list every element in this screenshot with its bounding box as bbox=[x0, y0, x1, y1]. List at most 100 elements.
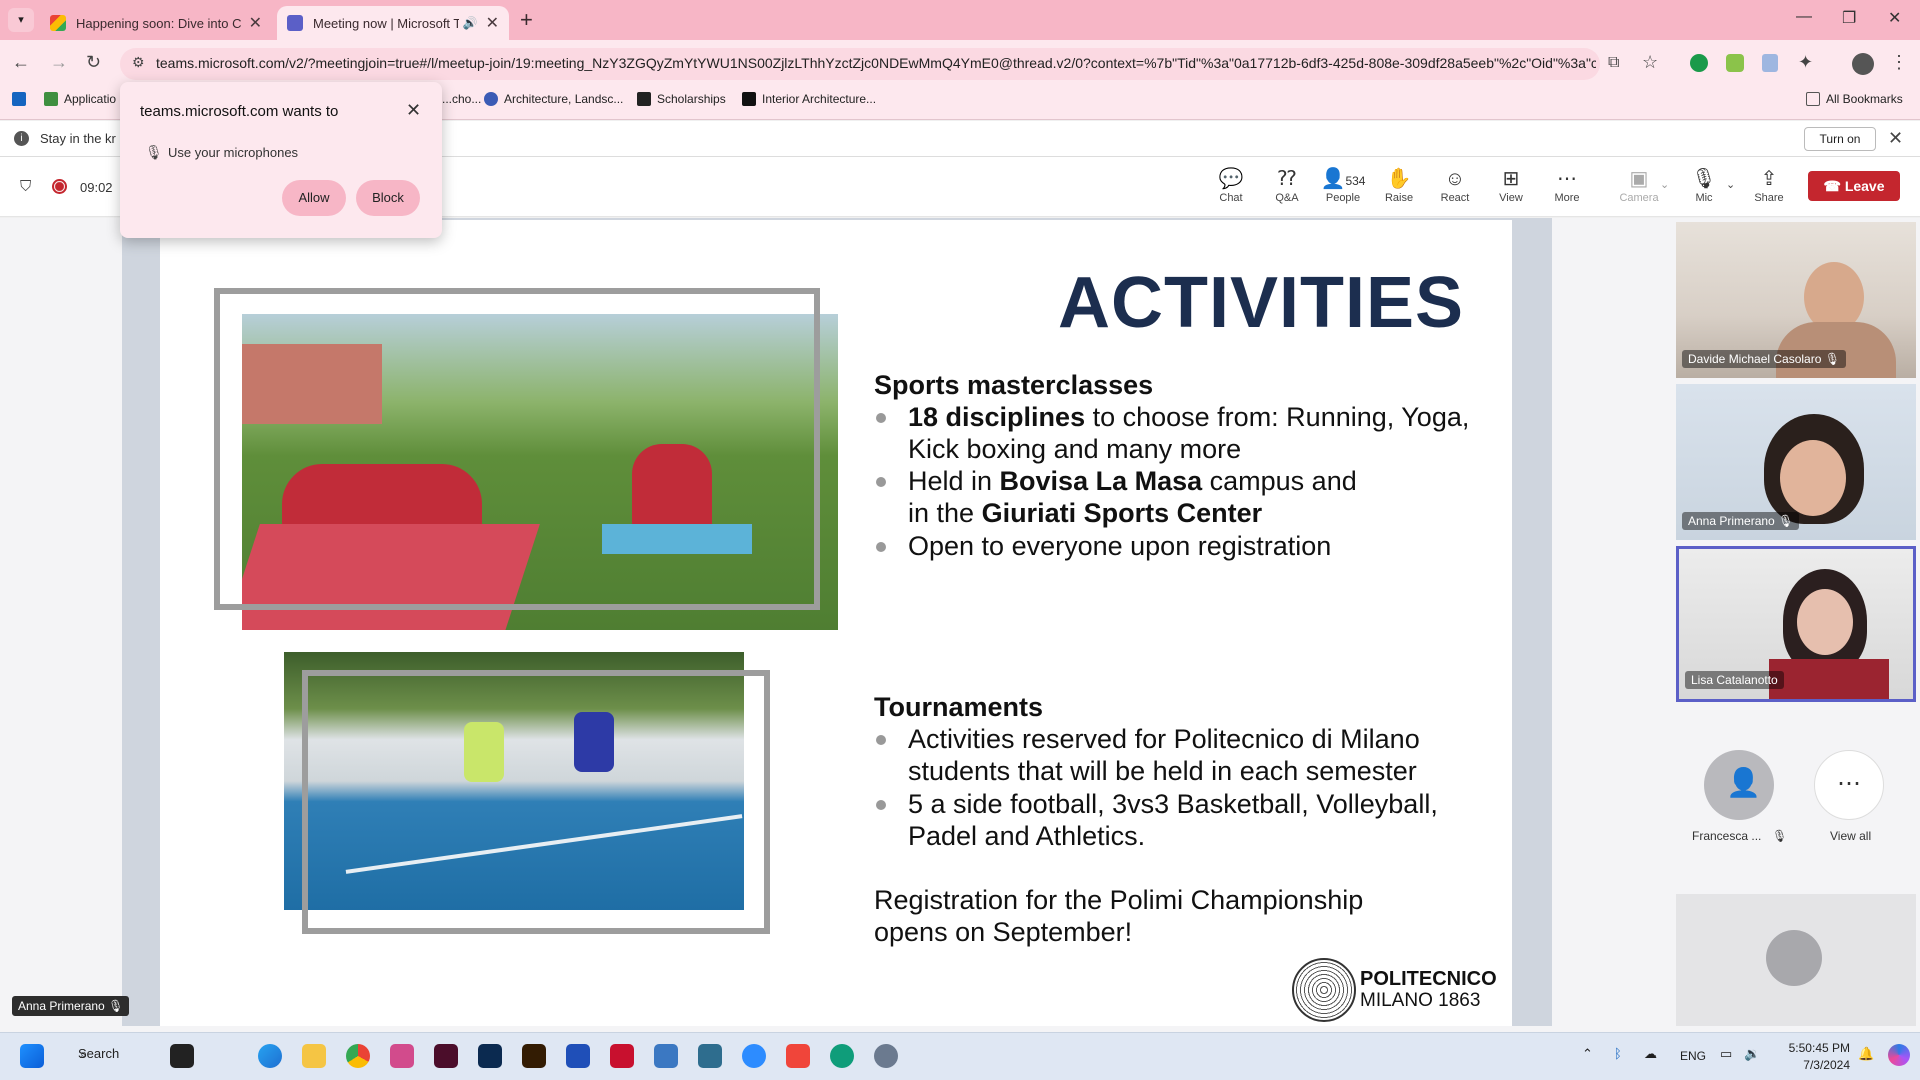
illustrator-icon[interactable] bbox=[522, 1044, 546, 1068]
more-button[interactable]: ⋯ More bbox=[1542, 166, 1592, 204]
speaker-icon[interactable]: 🔊 bbox=[463, 16, 478, 30]
more-dots-icon: ⋯ bbox=[1837, 770, 1861, 797]
browser-menu-icon[interactable]: ⋮ bbox=[1890, 52, 1908, 73]
language-indicator[interactable]: ENG bbox=[1680, 1049, 1706, 1063]
share-button[interactable]: ⇪ Share bbox=[1744, 166, 1794, 204]
participant-name: Lisa Catalanotto bbox=[1685, 671, 1784, 689]
mic-off-icon: 🎙 bbox=[1691, 168, 1717, 190]
close-window-icon[interactable]: ✕ bbox=[1888, 8, 1901, 28]
bookmark-star-icon[interactable]: ☆ bbox=[1642, 52, 1658, 73]
turn-on-button[interactable]: Turn on bbox=[1804, 127, 1876, 151]
forward-icon[interactable]: → bbox=[50, 52, 68, 73]
bullet-dot bbox=[876, 800, 886, 810]
settings-icon[interactable] bbox=[874, 1044, 898, 1068]
participant-name: Anna Primerano 🎙 bbox=[1682, 512, 1800, 530]
self-video-tile[interactable] bbox=[1676, 894, 1916, 1026]
tab-happening-soon[interactable]: Happening soon: Dive into Cam ✕ bbox=[40, 6, 272, 40]
tab-title: Happening soon: Dive into Cam bbox=[76, 15, 241, 31]
video-tile[interactable]: Anna Primerano 🎙 bbox=[1676, 384, 1916, 540]
allow-button[interactable]: Allow bbox=[282, 180, 346, 216]
app-icon-4[interactable] bbox=[786, 1044, 810, 1068]
block-button[interactable]: Block bbox=[356, 180, 420, 216]
close-infobar-icon[interactable]: ✕ bbox=[1888, 128, 1903, 149]
camera-button[interactable]: ▣ Camera bbox=[1614, 166, 1664, 204]
tab-search-menu-button[interactable]: ▾ bbox=[8, 8, 34, 32]
raise-hand-button[interactable]: ✋ Raise bbox=[1374, 166, 1424, 204]
mic-off-icon: 🎙 bbox=[1772, 829, 1788, 843]
chrome-icon[interactable] bbox=[346, 1044, 370, 1068]
new-tab-button[interactable]: + bbox=[520, 7, 533, 33]
tab-close-icon[interactable]: ✕ bbox=[249, 13, 262, 33]
extension-icon[interactable] bbox=[1726, 54, 1744, 72]
revit-icon[interactable] bbox=[566, 1044, 590, 1068]
video-tile-active-speaker[interactable]: Lisa Catalanotto bbox=[1676, 546, 1916, 702]
people-icon: 👤534 bbox=[1320, 168, 1366, 190]
popup-title: teams.microsoft.com wants to bbox=[140, 103, 339, 120]
volume-icon[interactable]: 🔉 bbox=[1744, 1046, 1760, 1062]
leave-button[interactable]: ☎ Leave bbox=[1808, 171, 1900, 201]
tray-chevron-icon[interactable]: ⌃ bbox=[1582, 1046, 1593, 1062]
react-button[interactable]: ☺ React bbox=[1430, 166, 1480, 204]
mic-chevron-icon[interactable]: ⌄ bbox=[1726, 178, 1735, 191]
reload-icon[interactable]: ↻ bbox=[86, 52, 101, 73]
video-tile[interactable]: Davide Michael Casolaro 🎙 bbox=[1676, 222, 1916, 378]
network-icon[interactable]: ▭ bbox=[1720, 1046, 1732, 1062]
shield-extension-icon[interactable] bbox=[1762, 54, 1778, 72]
app-icon-2[interactable] bbox=[654, 1044, 678, 1068]
indesign-icon[interactable] bbox=[434, 1044, 458, 1068]
site-info-icon[interactable]: ⚙ bbox=[132, 54, 145, 71]
people-button[interactable]: 👤534 People bbox=[1318, 166, 1368, 204]
bullet-dot bbox=[876, 413, 886, 423]
install-app-icon[interactable]: ⧉ bbox=[1608, 54, 1619, 72]
view-all-button[interactable]: ⋯ bbox=[1814, 750, 1884, 820]
mic-button[interactable]: 🎙 Mic bbox=[1679, 166, 1729, 204]
bluetooth-icon[interactable]: ᛒ bbox=[1614, 1046, 1622, 1061]
view-button[interactable]: ⊞ View bbox=[1486, 166, 1536, 204]
bookmark-scholarships[interactable]: Scholarships bbox=[637, 92, 726, 106]
autocad-icon[interactable] bbox=[610, 1044, 634, 1068]
edge-dev-icon[interactable] bbox=[830, 1044, 854, 1068]
popup-close-icon[interactable]: ✕ bbox=[406, 100, 421, 121]
mic-off-icon: 🎙 bbox=[1824, 352, 1840, 366]
cloud-icon[interactable]: ☁ bbox=[1644, 1046, 1657, 1062]
url-text[interactable]: teams.microsoft.com/v2/?meetingjoin=true… bbox=[156, 55, 1596, 71]
bullet-sports-list: 5 a side football, 3vs3 Basketball, Voll… bbox=[876, 788, 1438, 852]
copilot-icon[interactable] bbox=[1888, 1044, 1910, 1066]
camera-off-icon: ▣ bbox=[1629, 168, 1649, 190]
app-icon[interactable] bbox=[390, 1044, 414, 1068]
restore-icon[interactable]: ❐ bbox=[1842, 8, 1856, 28]
bookmark-cho[interactable]: ...cho... bbox=[442, 92, 481, 106]
profile-avatar[interactable] bbox=[1852, 53, 1874, 75]
bullet-dot bbox=[876, 542, 886, 552]
slide-heading: ACTIVITIES bbox=[1058, 263, 1465, 343]
minimize-icon[interactable]: — bbox=[1796, 8, 1812, 26]
phone-icon: ☎ bbox=[1823, 178, 1845, 194]
tab-meeting-now[interactable]: Meeting now | Microsoft Te 🔊 ✕ bbox=[277, 6, 509, 40]
tab-close-icon[interactable]: ✕ bbox=[486, 13, 499, 33]
bookmark-app-icon[interactable] bbox=[12, 92, 32, 106]
zoom-icon[interactable] bbox=[742, 1044, 766, 1068]
notification-bell-icon[interactable]: 🔔 bbox=[1858, 1046, 1874, 1062]
view-all-label[interactable]: View all bbox=[1830, 829, 1871, 843]
bookmark-architecture-landscape[interactable]: Architecture, Landsc... bbox=[484, 92, 623, 106]
camera-chevron-icon[interactable]: ⌄ bbox=[1660, 178, 1669, 191]
windows-start-icon[interactable] bbox=[20, 1044, 44, 1068]
all-bookmarks[interactable]: All Bookmarks bbox=[1806, 92, 1903, 106]
qa-button[interactable]: ⁇ Q&A bbox=[1262, 166, 1312, 204]
task-view-icon[interactable] bbox=[170, 1044, 194, 1068]
participant-avatar-francesca[interactable]: 👤 bbox=[1704, 750, 1774, 820]
taskbar-clock[interactable]: 5:50:45 PM 7/3/2024 bbox=[1774, 1040, 1850, 1074]
file-explorer-icon[interactable] bbox=[302, 1044, 326, 1068]
photoshop-icon[interactable] bbox=[478, 1044, 502, 1068]
extensions-puzzle-icon[interactable]: ✦ bbox=[1798, 52, 1813, 73]
bookmark-icon bbox=[44, 92, 58, 106]
mic-off-icon: 🎙 bbox=[108, 999, 124, 1013]
back-icon[interactable]: ← bbox=[12, 52, 30, 73]
bookmark-interior-architecture[interactable]: Interior Architecture... bbox=[742, 92, 876, 106]
chat-button[interactable]: 💬 Chat bbox=[1206, 166, 1256, 204]
bookmark-applications[interactable]: Applicatio bbox=[44, 92, 116, 106]
grammarly-icon[interactable] bbox=[1690, 54, 1708, 72]
app-icon-3[interactable] bbox=[698, 1044, 722, 1068]
taskbar-search-label[interactable]: Search bbox=[78, 1046, 119, 1061]
edge-icon[interactable] bbox=[258, 1044, 282, 1068]
